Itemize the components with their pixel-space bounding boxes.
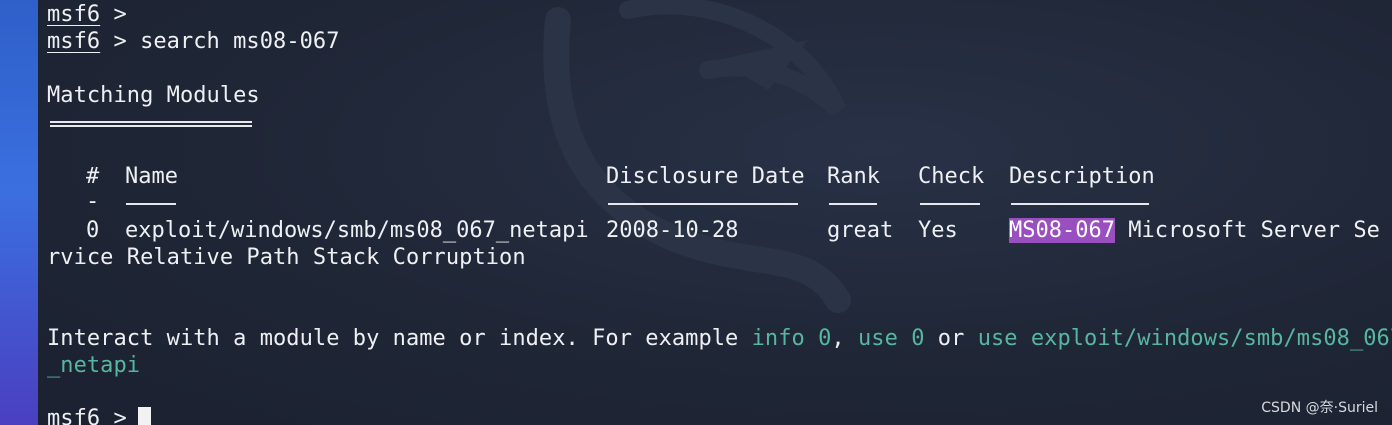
heading-double-underline bbox=[50, 121, 252, 127]
prompt-line-1: msf6 > bbox=[47, 1, 127, 28]
desktop-background-strip bbox=[0, 0, 38, 425]
text-cursor bbox=[138, 407, 151, 425]
row-disclosure-date: 2008-10-28 bbox=[606, 218, 739, 243]
col-header-name: Name bbox=[125, 164, 178, 189]
row-description-wrap: rvice Relative Path Stack Corruption bbox=[47, 245, 526, 270]
prompt-label: msf6 bbox=[47, 29, 101, 54]
col-header-index: # bbox=[86, 164, 100, 189]
csdn-watermark: CSDN @奈·Suriel bbox=[1261, 400, 1378, 416]
row-description: MS08-067 Microsoft Server Se bbox=[1009, 217, 1380, 244]
col-check-underline bbox=[920, 203, 980, 205]
col-index-dash: - bbox=[86, 189, 100, 214]
col-name-underline bbox=[126, 203, 176, 205]
hint-info-command: info 0 bbox=[751, 326, 832, 351]
row-index: 0 bbox=[86, 218, 100, 243]
hint-use-command: use 0 bbox=[858, 326, 925, 351]
col-header-date: Disclosure Date bbox=[606, 164, 805, 189]
description-highlight: MS08-067 bbox=[1009, 218, 1115, 243]
active-prompt-line[interactable]: msf6 > bbox=[47, 405, 140, 425]
matching-modules-heading: Matching Modules bbox=[47, 83, 260, 108]
prompt-label: msf6 bbox=[47, 2, 101, 27]
command-line: msf6 > search ms08-067 bbox=[47, 28, 340, 55]
terminal-window[interactable]: msf6 > msf6 > search ms08-067 Matching M… bbox=[38, 0, 1392, 425]
description-text: Microsoft Server Se bbox=[1114, 218, 1380, 243]
col-header-description: Description bbox=[1009, 164, 1155, 189]
row-rank: great bbox=[827, 218, 894, 243]
col-header-rank: Rank bbox=[827, 164, 880, 189]
hint-line-wrap: _netapi bbox=[47, 353, 141, 378]
col-header-check: Check bbox=[918, 164, 985, 189]
prompt-separator: > bbox=[100, 406, 141, 425]
prompt-separator: > bbox=[100, 2, 127, 27]
hint-line: Interact with a module by name or index.… bbox=[47, 325, 1392, 352]
col-rank-underline bbox=[829, 203, 877, 205]
command-text: > search ms08-067 bbox=[100, 29, 340, 54]
prompt-label: msf6 bbox=[47, 406, 101, 425]
hint-comma: , bbox=[831, 326, 859, 351]
hint-use-full-command: use exploit/windows/smb/ms08_067 bbox=[977, 326, 1392, 351]
row-module-name: exploit/windows/smb/ms08_067_netapi bbox=[125, 218, 589, 243]
col-date-underline bbox=[608, 203, 798, 205]
col-description-underline bbox=[1011, 203, 1149, 205]
hint-prefix: Interact with a module by name or index.… bbox=[47, 326, 752, 351]
hint-or: or bbox=[924, 326, 978, 351]
row-check: Yes bbox=[918, 218, 958, 243]
